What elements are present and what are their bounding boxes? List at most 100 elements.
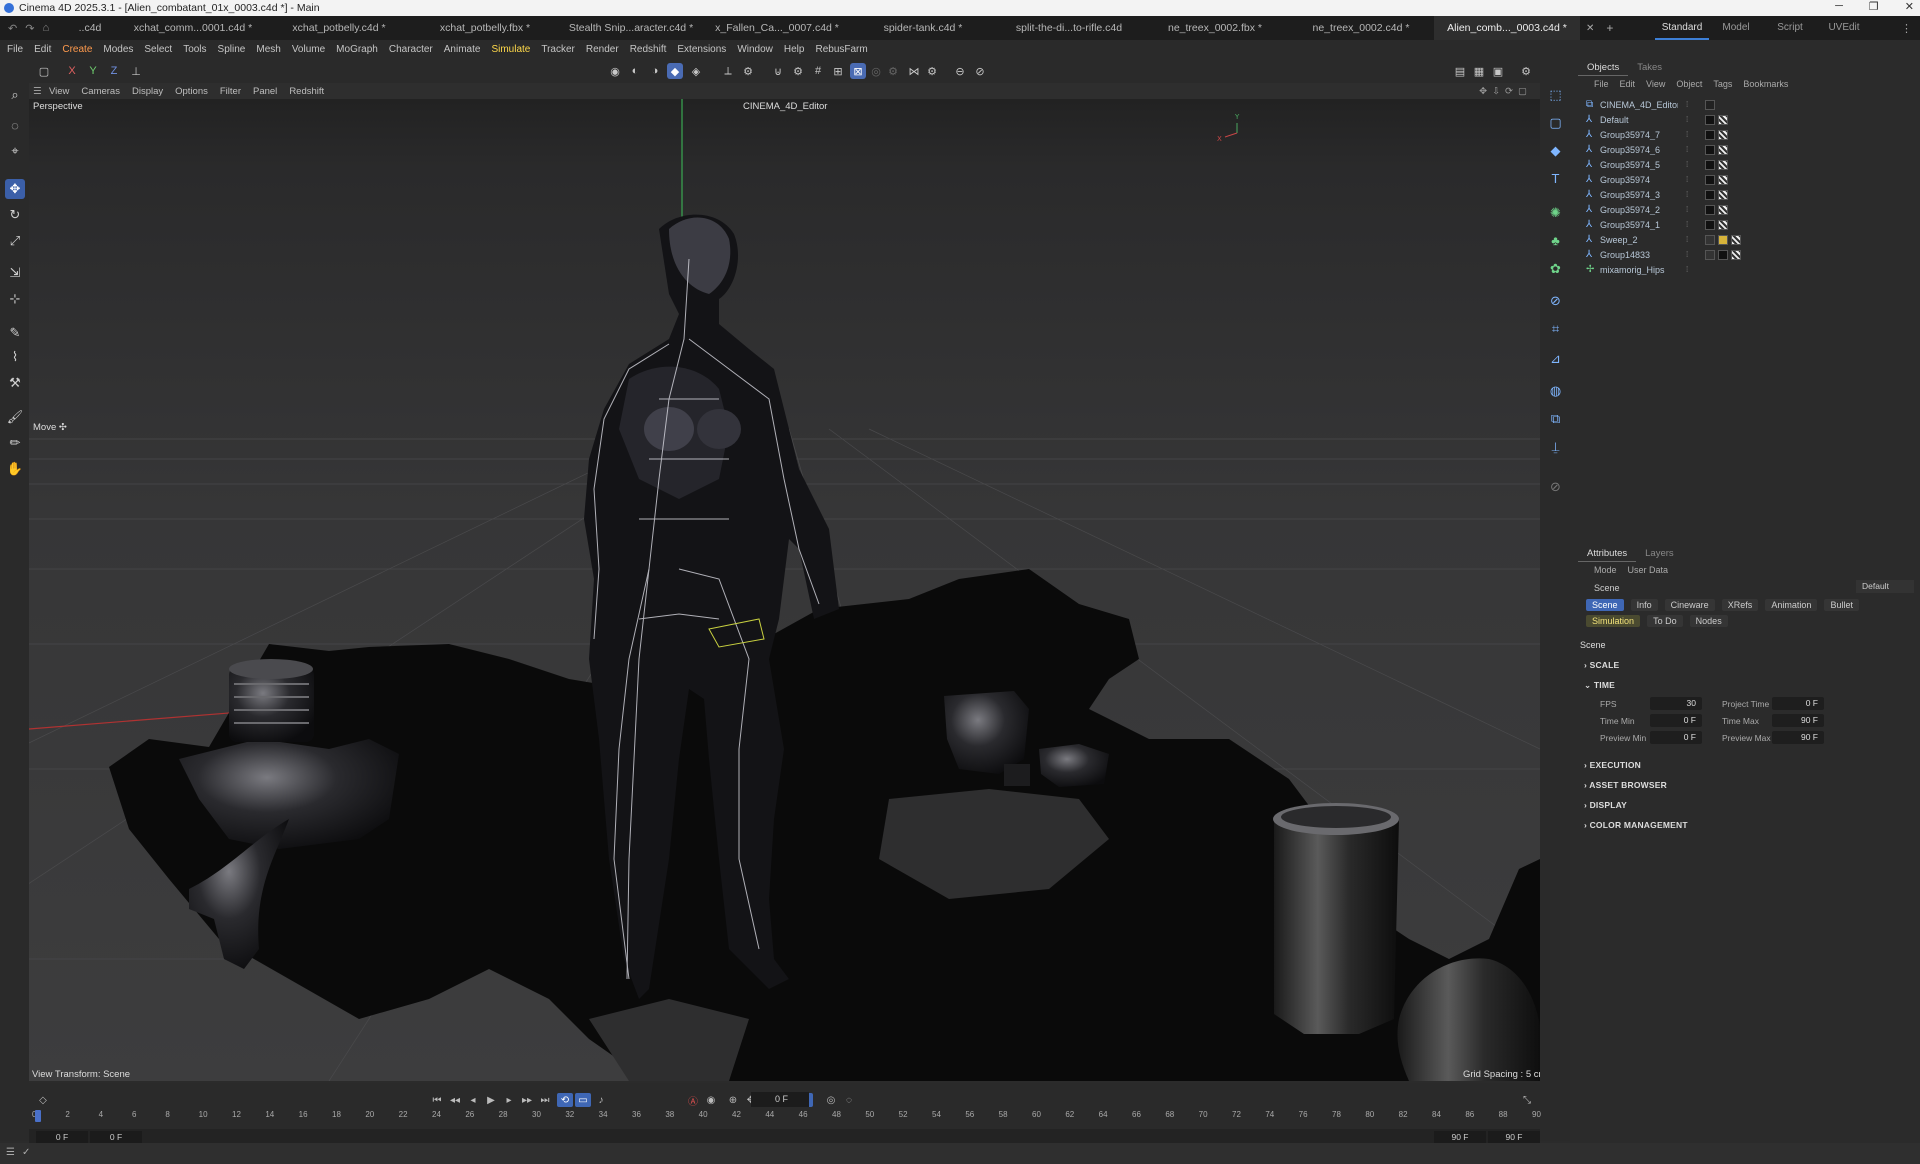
tag-icon[interactable]: ⊘ [1546,477,1565,496]
attr-tab-todo[interactable]: To Do [1647,615,1683,627]
text-spline-icon[interactable]: T [1546,169,1565,188]
preview-min-field[interactable]: 0 F [1650,731,1702,744]
attr-tab-xrefs[interactable]: XRefs [1721,599,1759,611]
objects-menu-edit[interactable]: Edit [1620,79,1636,89]
quantize-settings-icon[interactable]: ⚙ [924,63,940,79]
menu-file[interactable]: File [7,44,23,55]
object-mode-icon[interactable]: ◆ [667,63,683,79]
menu-animate[interactable]: Animate [444,44,481,55]
sound-icon[interactable]: ♪ [593,1093,609,1107]
doc-tab[interactable]: x_Fallen_Ca..._0007.c4d * [704,16,850,40]
brush-tool-icon[interactable]: 🖌 [5,407,25,427]
objects-menu-view[interactable]: View [1646,79,1665,89]
home-icon[interactable]: ⌂ [42,22,49,35]
workplane-icon[interactable]: ⊞ [830,63,846,79]
fps-field[interactable]: 30 [1650,697,1702,710]
placement-tool-icon[interactable]: ⊹ [5,289,25,309]
attr-tab-simulation[interactable]: Simulation [1586,615,1641,627]
preview-range-bar[interactable] [29,1129,1540,1143]
snap-enable-icon[interactable]: ⊠ [850,63,866,79]
range-start-field[interactable]: 0 F [36,1131,88,1143]
timeline-ruler[interactable]: 0246810121416182022242628303234363840424… [29,1110,1541,1129]
object-row[interactable]: ⅄ Group35974_2 ⁞ [1572,202,1920,217]
selection-tools-icon[interactable]: ⌖ [5,141,25,161]
cube-primitive-icon[interactable]: ◆ [1546,141,1565,160]
viewport-menu-filter[interactable]: Filter [220,86,241,97]
tab-layers[interactable]: Layers [1636,545,1683,562]
viewport-menu-view[interactable]: View [49,86,69,97]
tweak-settings-icon[interactable]: ⚙ [740,63,756,79]
viewport-menu-panel[interactable]: Panel [253,86,277,97]
loop-icon[interactable]: ⟲ [557,1093,573,1107]
texture-mode-icon[interactable]: ◈ [688,63,704,79]
viewport-projection-label[interactable]: Perspective [33,101,83,112]
more-layouts-icon[interactable]: ⋮ [1901,22,1912,35]
menu-spline[interactable]: Spline [218,44,246,55]
spline-smooth-icon[interactable]: ⌇ [5,347,25,367]
attr-tab-scene[interactable]: Scene [1586,599,1624,611]
magnet-icon[interactable]: ⊍ [770,63,786,79]
autokey-icon[interactable]: ◉ [703,1093,719,1107]
current-frame-field[interactable]: 0 F [751,1092,809,1107]
render-view-icon[interactable]: ▦ [1471,63,1487,79]
tab-takes[interactable]: Takes [1628,59,1671,76]
doc-tab[interactable]: xchat_potbelly.c4d * [266,16,412,40]
attr-tab-info[interactable]: Info [1630,599,1658,611]
object-row[interactable]: ⅄ Group35974_7 ⁞ [1572,127,1920,142]
volume-icon[interactable]: ⌗ [1546,319,1565,338]
field-icon[interactable]: ⊘ [1546,291,1565,310]
menu-modes[interactable]: Modes [103,44,133,55]
previous-key-icon[interactable]: ◂◂ [447,1093,463,1107]
axis-mode-icon[interactable]: ⟂ [720,63,736,79]
viewport-menu-options[interactable]: Options [175,86,208,97]
tab-attributes[interactable]: Attributes [1578,545,1637,562]
menu-volume[interactable]: Volume [292,44,325,55]
menu-simulate[interactable]: Simulate [491,44,530,55]
menu-edit[interactable]: Edit [34,44,51,55]
edges-mode-icon[interactable]: ◐ [627,63,643,79]
search-icon[interactable]: ⌕ [5,85,25,105]
paint-tool-icon[interactable]: ✏ [5,433,25,453]
null-object-icon[interactable]: ⬚ [1546,85,1565,104]
section-time[interactable]: ⌄ TIME [1584,680,1615,691]
sky-icon[interactable]: ◍ [1546,381,1565,400]
close-tab-icon[interactable]: ✕ [1586,23,1594,34]
menu-render[interactable]: Render [586,44,619,55]
layout-model[interactable]: Model [1709,16,1763,40]
object-row[interactable]: ⅄ Sweep_2 ⁞ [1572,232,1920,247]
viewport-camera-label[interactable]: CINEMA_4D_Editor [743,101,827,112]
z-axis-lock-button[interactable]: Z [106,63,122,79]
minimize-button[interactable]: ─ [1835,0,1843,13]
range-start-field-2[interactable]: 0 F [90,1131,142,1143]
camera-icon[interactable]: ⧉ [1546,409,1565,428]
keyframe-icon[interactable]: ◇ [35,1093,51,1107]
magnet-tool-icon[interactable]: ✋ [5,459,25,479]
attr-tab-cineware[interactable]: Cineware [1664,599,1715,611]
keyframe-selection-icon[interactable]: ⊕ [725,1093,741,1107]
menu-rebusfarm[interactable]: RebusFarm [815,44,867,55]
quantize-icon[interactable]: ⋈ [906,63,922,79]
new-tab-icon[interactable]: + [1606,21,1613,35]
object-row[interactable]: ⧉ CINEMA_4D_Editor ⁞ [1572,97,1920,112]
object-row[interactable]: ✢ mixamorig_Hips ⁞ [1572,262,1920,277]
attr-tab-nodes[interactable]: Nodes [1689,615,1728,627]
object-row[interactable]: ⅄ Group35974_6 ⁞ [1572,142,1920,157]
doc-tab[interactable]: ne_treex_0002.fbx * [1142,16,1288,40]
doc-tab[interactable]: ne_treex_0002.c4d * [1288,16,1434,40]
preview-range-icon[interactable]: ▭ [575,1093,591,1107]
scale-tool-icon[interactable]: ⤢ [5,231,25,251]
previous-frame-icon[interactable]: ◂ [465,1093,481,1107]
section-asset-browser[interactable]: › ASSET BROWSER [1584,780,1667,790]
environment-icon[interactable]: ⊿ [1546,349,1565,368]
redo-icon[interactable]: ↷ [25,22,34,35]
doc-tab[interactable]: xchat_potbelly.fbx * [412,16,558,40]
preset-dropdown[interactable]: Default [1856,580,1914,593]
section-color-management[interactable]: › COLOR MANAGEMENT [1584,820,1688,830]
symmetry-icon[interactable]: ◎ [868,63,884,79]
go-to-start-icon[interactable]: ⏮ [429,1093,445,1107]
grid-snap-icon[interactable]: # [810,63,826,79]
playhead[interactable] [35,1110,41,1122]
object-row[interactable]: ⅄ Group35974_5 ⁞ [1572,157,1920,172]
record-icon[interactable]: Ⓐ [685,1093,701,1108]
attr-tab-bullet[interactable]: Bullet [1824,599,1859,611]
